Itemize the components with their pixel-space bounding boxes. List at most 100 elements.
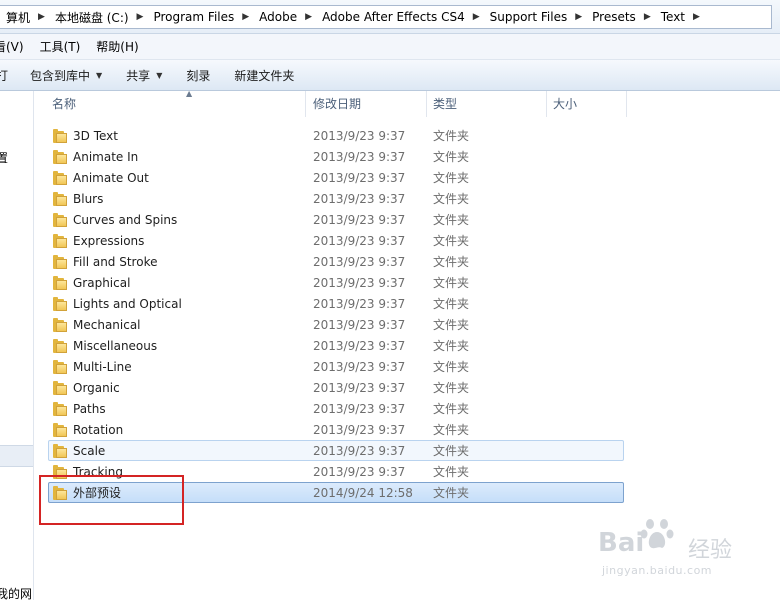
file-modified-date: 2013/9/23 9:37 xyxy=(313,401,406,416)
nav-item-network[interactable]: 我的网 xyxy=(0,585,32,600)
file-name: Rotation xyxy=(73,422,124,437)
breadcrumb-separator-icon[interactable]: ▶ xyxy=(34,12,49,22)
breadcrumb-item[interactable]: Presets xyxy=(586,10,640,24)
column-type-label: 类型 xyxy=(433,97,458,111)
file-name: Fill and Stroke xyxy=(73,254,158,269)
file-modified-date: 2013/9/23 9:37 xyxy=(313,380,406,395)
file-modified-date: 2013/9/23 9:37 xyxy=(313,233,406,248)
file-row[interactable]: Mechanical 2013/9/23 9:37 文件夹 xyxy=(48,314,624,335)
include-library-button[interactable]: 包含到库中 ▼ xyxy=(18,67,114,84)
breadcrumb-separator-icon[interactable]: ▶ xyxy=(689,12,704,22)
file-modified-date: 2013/9/23 9:37 xyxy=(313,275,406,290)
file-type: 文件夹 xyxy=(433,234,470,248)
file-row[interactable]: Multi-Line 2013/9/23 9:37 文件夹 xyxy=(48,356,624,377)
file-row[interactable]: Organic 2013/9/23 9:37 文件夹 xyxy=(48,377,624,398)
menu-tools[interactable]: 工具(T) xyxy=(32,38,89,55)
organize-button[interactable]: 打 xyxy=(0,67,18,84)
column-header: ▲ 名称 修改日期 类型 大小 xyxy=(34,89,780,117)
menu-view[interactable]: 看(V) xyxy=(0,38,32,55)
file-type: 文件夹 xyxy=(433,213,470,227)
file-row[interactable]: Graphical 2013/9/23 9:37 文件夹 xyxy=(48,272,624,293)
file-modified-date: 2013/9/23 9:37 xyxy=(313,149,406,164)
file-modified-date: 2013/9/23 9:37 xyxy=(313,359,406,374)
file-name: Organic xyxy=(73,380,120,395)
breadcrumb-item[interactable]: Support Files xyxy=(484,10,572,24)
file-name: Multi-Line xyxy=(73,359,132,374)
breadcrumb-separator-icon[interactable]: ▶ xyxy=(238,12,253,22)
file-row[interactable]: Animate In 2013/9/23 9:37 文件夹 xyxy=(48,146,624,167)
file-modified-date: 2013/9/23 9:37 xyxy=(313,422,406,437)
folder-icon xyxy=(53,170,67,185)
share-button[interactable]: 共享 ▼ xyxy=(114,67,174,84)
file-row[interactable]: Curves and Spins 2013/9/23 9:37 文件夹 xyxy=(48,209,624,230)
folder-icon xyxy=(53,212,67,227)
file-row[interactable]: Animate Out 2013/9/23 9:37 文件夹 xyxy=(48,167,624,188)
folder-icon xyxy=(53,275,67,290)
file-name: Lights and Optical xyxy=(73,296,182,311)
breadcrumb-separator-icon[interactable]: ▶ xyxy=(640,12,655,22)
annotation-highlight-box xyxy=(39,475,184,525)
file-name: Mechanical xyxy=(73,317,141,332)
file-type: 文件夹 xyxy=(433,402,470,416)
column-modified[interactable]: 修改日期 xyxy=(307,91,427,117)
folder-icon xyxy=(53,422,67,437)
file-row[interactable]: Fill and Stroke 2013/9/23 9:37 文件夹 xyxy=(48,251,624,272)
file-type: 文件夹 xyxy=(433,255,470,269)
file-modified-date: 2013/9/23 9:37 xyxy=(313,317,406,332)
file-type: 文件夹 xyxy=(433,360,470,374)
file-name: 3D Text xyxy=(73,128,118,143)
file-name: Blurs xyxy=(73,191,104,206)
address-bar[interactable]: 算机 ▶ 本地磁盘 (C:) ▶ Program Files ▶ Adobe ▶ Adobe A… xyxy=(0,0,780,34)
breadcrumb-item[interactable]: Program Files xyxy=(147,10,238,24)
breadcrumb-separator-icon[interactable]: ▶ xyxy=(133,12,148,22)
file-modified-date: 2013/9/23 9:37 xyxy=(313,170,406,185)
command-toolbar: 打 包含到库中 ▼ 共享 ▼ 刻录 新建文件夹 xyxy=(0,60,780,91)
nav-item-selected[interactable] xyxy=(0,445,33,467)
folder-icon xyxy=(53,359,67,374)
file-row[interactable]: Rotation 2013/9/23 9:37 文件夹 xyxy=(48,419,624,440)
breadcrumb[interactable]: 算机 ▶ 本地磁盘 (C:) ▶ Program Files ▶ Adobe ▶ Adobe A… xyxy=(0,5,772,29)
breadcrumb-separator-icon[interactable]: ▶ xyxy=(301,12,316,22)
file-row[interactable]: Lights and Optical 2013/9/23 9:37 文件夹 xyxy=(48,293,624,314)
file-name: Curves and Spins xyxy=(73,212,178,227)
column-size[interactable]: 大小 xyxy=(547,91,627,117)
navigation-pane[interactable]: 置 我的网 xyxy=(0,91,34,600)
file-modified-date: 2013/9/23 9:37 xyxy=(313,254,406,269)
folder-icon xyxy=(53,128,67,143)
file-row[interactable]: Expressions 2013/9/23 9:37 文件夹 xyxy=(48,230,624,251)
folder-icon xyxy=(53,338,67,353)
file-name: Animate In xyxy=(73,149,139,164)
file-modified-date: 2013/9/23 9:37 xyxy=(313,128,406,143)
breadcrumb-item[interactable]: Adobe After Effects CS4 xyxy=(316,10,469,24)
breadcrumb-item[interactable]: Adobe xyxy=(253,10,301,24)
column-type[interactable]: 类型 xyxy=(427,91,547,117)
breadcrumb-separator-icon[interactable]: ▶ xyxy=(469,12,484,22)
breadcrumb-separator-icon[interactable]: ▶ xyxy=(571,12,586,22)
breadcrumb-item[interactable]: Text xyxy=(655,10,689,24)
dropdown-arrow-icon: ▼ xyxy=(156,70,163,80)
file-modified-date: 2013/9/23 9:37 xyxy=(313,212,406,227)
file-type: 文件夹 xyxy=(433,129,470,143)
breadcrumb-item[interactable]: 算机 xyxy=(0,9,34,26)
file-row[interactable]: Scale 2013/9/23 9:37 文件夹 xyxy=(48,440,624,461)
file-type: 文件夹 xyxy=(433,381,470,395)
file-row[interactable]: Miscellaneous 2013/9/23 9:37 文件夹 xyxy=(48,335,624,356)
file-row[interactable]: 3D Text 2013/9/23 9:37 文件夹 xyxy=(48,125,624,146)
file-type: 文件夹 xyxy=(433,423,470,437)
file-type: 文件夹 xyxy=(433,171,470,185)
menu-help[interactable]: 帮助(H) xyxy=(88,38,146,55)
breadcrumb-item[interactable]: 本地磁盘 (C:) xyxy=(49,9,133,26)
folder-icon xyxy=(53,443,67,458)
file-row[interactable]: Blurs 2013/9/23 9:37 文件夹 xyxy=(48,188,624,209)
new-folder-button[interactable]: 新建文件夹 xyxy=(222,67,306,84)
file-type: 文件夹 xyxy=(433,297,470,311)
burn-button[interactable]: 刻录 xyxy=(174,67,222,84)
column-name[interactable]: ▲ 名称 xyxy=(46,89,306,117)
folder-icon xyxy=(53,149,67,164)
organize-label: 打 xyxy=(0,68,9,83)
file-row[interactable]: Paths 2013/9/23 9:37 文件夹 xyxy=(48,398,624,419)
file-name: Scale xyxy=(73,443,106,458)
nav-item-fragment[interactable]: 置 xyxy=(0,149,8,166)
folder-icon xyxy=(53,191,67,206)
file-name: Graphical xyxy=(73,275,131,290)
